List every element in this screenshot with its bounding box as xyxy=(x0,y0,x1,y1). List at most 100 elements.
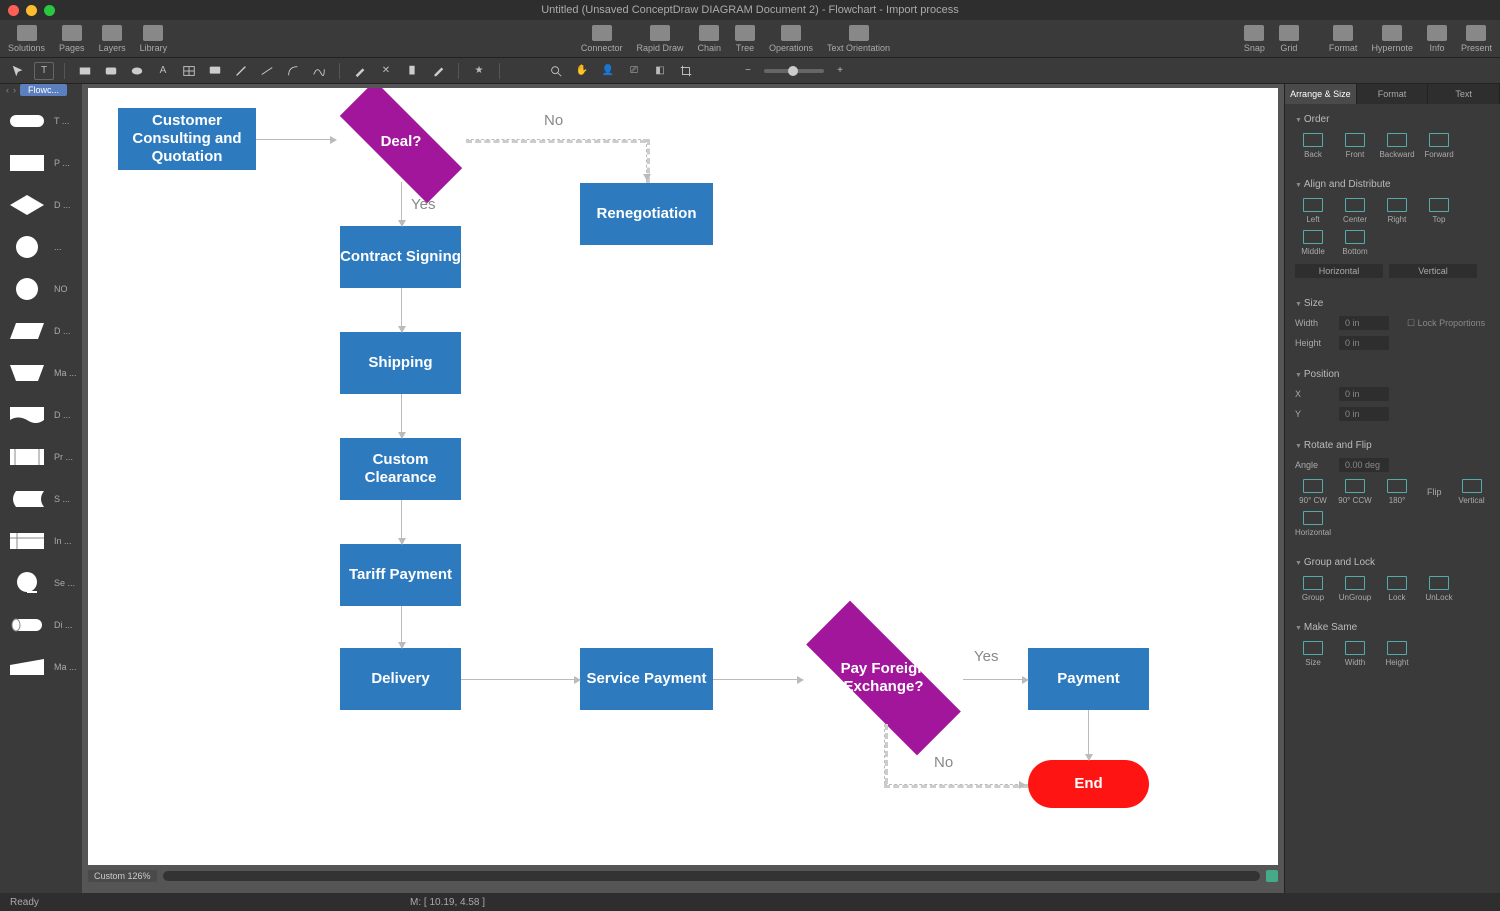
btn-right[interactable]: Right xyxy=(1379,198,1415,224)
stencil-data[interactable]: D ... xyxy=(0,310,82,352)
btn-top[interactable]: Top xyxy=(1421,198,1457,224)
add-page-button[interactable] xyxy=(1266,870,1278,882)
segment-tool[interactable] xyxy=(257,62,277,80)
ellipse-tool[interactable] xyxy=(127,62,147,80)
toolbar-format[interactable]: Format xyxy=(1329,25,1358,53)
section-position[interactable]: Position xyxy=(1295,365,1490,384)
toolbar-layers[interactable]: Layers xyxy=(99,25,126,53)
rotate-90CW[interactable]: 90° CW xyxy=(1295,479,1331,505)
toolbar-rapid-draw[interactable]: Rapid Draw xyxy=(636,25,683,53)
stencil-manual[interactable]: Ma ... xyxy=(0,352,82,394)
node-pay-forex[interactable]: Pay Foreign Exchange? xyxy=(801,628,966,728)
stencil-stored[interactable]: S ... xyxy=(0,478,82,520)
paint-tool[interactable] xyxy=(402,62,422,80)
btn-middle[interactable]: Middle xyxy=(1295,230,1331,256)
zoom-slider[interactable] xyxy=(764,69,824,73)
lock-proportions[interactable]: ☐ Lock Proportions xyxy=(1407,318,1485,329)
toolbar-snap[interactable]: Snap xyxy=(1244,25,1265,53)
text-box-tool[interactable]: A xyxy=(153,62,173,80)
stencil-internal[interactable]: In ... xyxy=(0,520,82,562)
node-shipping[interactable]: Shipping xyxy=(340,332,461,394)
toolbar-present[interactable]: Present xyxy=(1461,25,1492,53)
toolbar-connector[interactable]: Connector xyxy=(581,25,623,53)
btn-lock[interactable]: Lock xyxy=(1379,576,1415,602)
stencil-circle[interactable]: NO xyxy=(0,268,82,310)
btn-center[interactable]: Center xyxy=(1337,198,1373,224)
rrect-tool[interactable] xyxy=(101,62,121,80)
callout-tool[interactable] xyxy=(205,62,225,80)
node-renegotiation[interactable]: Renegotiation xyxy=(580,183,713,245)
tab-text[interactable]: Text xyxy=(1428,84,1500,104)
toolbar-text-orientation[interactable]: Text Orientation xyxy=(827,25,890,53)
section-rotate[interactable]: Rotate and Flip xyxy=(1295,436,1490,455)
stencil-predefined[interactable]: Pr ... xyxy=(0,436,82,478)
rotate-90CCW[interactable]: 90° CCW xyxy=(1337,479,1373,505)
breadcrumb-item[interactable]: Flowc... xyxy=(20,84,67,96)
stencil-terminator[interactable]: T ... xyxy=(0,100,82,142)
flip-horizontal[interactable]: Horizontal xyxy=(1295,511,1331,537)
toolbar-library[interactable]: Library xyxy=(140,25,168,53)
btn-size[interactable]: Size xyxy=(1295,641,1331,667)
stencil-direct[interactable]: Di ... xyxy=(0,604,82,646)
zoom-out-icon[interactable]: − xyxy=(738,62,758,80)
stencil-process[interactable]: P ... xyxy=(0,142,82,184)
clear-tool[interactable]: ⎚ xyxy=(624,62,644,80)
crop-tool[interactable] xyxy=(676,62,696,80)
arc-tool[interactable] xyxy=(283,62,303,80)
toolbar-chain[interactable]: Chain xyxy=(697,25,721,53)
toolbar-info[interactable]: Info xyxy=(1427,25,1447,53)
node-payment[interactable]: Payment xyxy=(1028,648,1149,710)
section-align[interactable]: Align and Distribute xyxy=(1295,175,1490,194)
section-order[interactable]: Order xyxy=(1295,110,1490,129)
height-input[interactable]: 0 in xyxy=(1339,336,1389,350)
toolbar-solutions[interactable]: Solutions xyxy=(8,25,45,53)
person-icon[interactable]: 👤 xyxy=(598,62,618,80)
remove-vertex-icon[interactable]: ✕ xyxy=(376,62,396,80)
toolbar-hypernote[interactable]: Hypernote xyxy=(1371,25,1413,53)
y-input[interactable]: 0 in xyxy=(1339,407,1389,421)
section-size[interactable]: Size xyxy=(1295,294,1490,313)
distribute-horizontal[interactable]: Horizontal xyxy=(1295,264,1383,278)
tab-format[interactable]: Format xyxy=(1357,84,1429,104)
stencil-manual-input[interactable]: Ma ... xyxy=(0,646,82,688)
btn-backward[interactable]: Backward xyxy=(1379,133,1415,159)
node-tariff[interactable]: Tariff Payment xyxy=(340,544,461,606)
line-tool[interactable] xyxy=(231,62,251,80)
table-tool[interactable] xyxy=(179,62,199,80)
btn-left[interactable]: Left xyxy=(1295,198,1331,224)
btn-ungroup[interactable]: UnGroup xyxy=(1337,576,1373,602)
spline-tool[interactable] xyxy=(309,62,329,80)
width-input[interactable]: 0 in xyxy=(1339,316,1389,330)
btn-height[interactable]: Height xyxy=(1379,641,1415,667)
pen-tool[interactable] xyxy=(350,62,370,80)
node-deal[interactable]: Deal? xyxy=(336,102,466,182)
btn-bottom[interactable]: Bottom xyxy=(1337,230,1373,256)
zoom-in-icon[interactable]: + xyxy=(830,62,850,80)
tab-arrange[interactable]: Arrange & Size xyxy=(1285,84,1357,104)
select-tool[interactable] xyxy=(8,62,28,80)
stencil-document[interactable]: D ... xyxy=(0,394,82,436)
canvas[interactable]: Customer Consulting and Quotation Deal? … xyxy=(88,88,1278,865)
toolbar-pages[interactable]: Pages xyxy=(59,25,85,53)
flip-vertical[interactable]: Vertical xyxy=(1454,479,1490,505)
btn-width[interactable]: Width xyxy=(1337,641,1373,667)
rect-tool[interactable] xyxy=(75,62,95,80)
section-same[interactable]: Make Same xyxy=(1295,618,1490,637)
stencil-connector-circle[interactable]: ... xyxy=(0,226,82,268)
text-tool[interactable]: T xyxy=(34,62,54,80)
horizontal-scrollbar[interactable] xyxy=(163,871,1260,881)
btn-back[interactable]: Back xyxy=(1295,133,1331,159)
distribute-vertical[interactable]: Vertical xyxy=(1389,264,1477,278)
stencil-decision[interactable]: D ... xyxy=(0,184,82,226)
node-customs[interactable]: Custom Clearance xyxy=(340,438,461,500)
btn-unlock[interactable]: UnLock xyxy=(1421,576,1457,602)
btn-forward[interactable]: Forward xyxy=(1421,133,1457,159)
eraser-tool[interactable]: ◧ xyxy=(650,62,670,80)
rotate-180[interactable]: 180° xyxy=(1379,479,1415,505)
node-contract[interactable]: Contract Signing xyxy=(340,226,461,288)
zoom-level[interactable]: Custom 126% xyxy=(88,870,157,882)
node-consulting[interactable]: Customer Consulting and Quotation xyxy=(118,108,256,170)
eyedropper-tool[interactable] xyxy=(428,62,448,80)
btn-group[interactable]: Group xyxy=(1295,576,1331,602)
pan-tool[interactable]: ✋ xyxy=(572,62,592,80)
